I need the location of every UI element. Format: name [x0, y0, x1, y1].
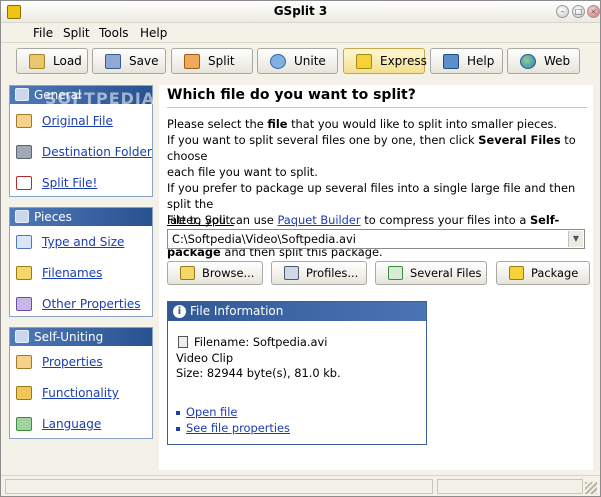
- file-information-header: i File Information: [168, 302, 426, 321]
- load-icon: [29, 54, 45, 69]
- sidebar-item-destination-folder[interactable]: Destination Folder: [10, 142, 152, 162]
- profiles-icon: [284, 266, 299, 280]
- sidebar-item-language[interactable]: Language: [10, 414, 152, 434]
- other-properties-icon: [16, 297, 32, 311]
- open-file-link-label: Open file: [186, 405, 238, 419]
- help-book-icon: [443, 54, 459, 69]
- instr-text: to compress your files into a: [360, 213, 530, 227]
- split-icon: [184, 54, 200, 69]
- menu-split[interactable]: Split: [63, 26, 90, 40]
- sidebar-item-other-properties[interactable]: Other Properties: [10, 294, 152, 314]
- type-size-icon: [16, 235, 32, 249]
- section-header[interactable]: Self-Uniting: [10, 328, 152, 346]
- functionality-icon: [16, 386, 32, 400]
- unite-button[interactable]: Unite: [257, 48, 338, 74]
- self-uniting-section-icon: [15, 330, 29, 343]
- sidebar-item-split-file[interactable]: Split File!: [10, 173, 152, 193]
- original-file-icon: [16, 114, 32, 128]
- minimize-icon[interactable]: –: [556, 5, 569, 18]
- help-button[interactable]: Help: [430, 48, 503, 74]
- load-button[interactable]: Load: [16, 48, 88, 74]
- file-to-split-label: File to Split:: [167, 213, 234, 227]
- file-to-split-combobox[interactable]: C:\Softpedia\Video\Softpedia.avi ▼: [167, 229, 585, 249]
- sidebar-item-functionality[interactable]: Functionality: [10, 383, 152, 403]
- softpedia-watermark: SOFTPEDIA: [45, 89, 156, 108]
- instr-text: that you would like to split into smalle…: [287, 117, 558, 131]
- status-cell-main: [5, 479, 433, 494]
- save-button[interactable]: Save: [92, 48, 166, 74]
- status-cell-secondary: [437, 479, 583, 494]
- split-button[interactable]: Split: [171, 48, 253, 74]
- page-title: Which file do you want to split?: [167, 87, 416, 103]
- profiles-button[interactable]: Profiles...: [271, 261, 367, 285]
- paquet-builder-link[interactable]: Paquet Builder: [277, 213, 360, 227]
- language-icon: [16, 417, 32, 431]
- unite-icon: [270, 54, 286, 69]
- chevron-down-icon[interactable]: ▼: [568, 231, 583, 247]
- pieces-section-icon: [15, 210, 29, 223]
- see-file-properties-link[interactable]: See file properties: [176, 421, 290, 435]
- browse-folder-icon: [180, 266, 195, 280]
- instr-text: each file you want to split.: [167, 165, 318, 179]
- several-files-button[interactable]: Several Files: [375, 261, 487, 285]
- general-section-icon: [15, 88, 29, 101]
- sidebar-section-pieces: Pieces Type and Size Filenames Other Pro…: [9, 207, 153, 317]
- menu-help[interactable]: Help: [140, 26, 167, 40]
- sidebar-item-original-file[interactable]: Original File: [10, 111, 152, 131]
- maximize-icon[interactable]: □: [572, 5, 585, 18]
- filenames-icon: [16, 266, 32, 280]
- file-information-title: File Information: [190, 304, 284, 318]
- file-information-panel: i File Information Filename: Softpedia.a…: [167, 301, 427, 445]
- sidebar-section-self-uniting: Self-Uniting Properties Functionality La…: [9, 327, 153, 439]
- menu-tools[interactable]: Tools: [99, 26, 129, 40]
- sidebar-item-properties[interactable]: Properties: [10, 352, 152, 372]
- bullet-icon: [176, 410, 180, 415]
- globe-icon: [520, 54, 536, 69]
- app-window: GSplit 3 – □ × File Split Tools Help Loa…: [0, 0, 601, 497]
- info-icon: i: [173, 305, 186, 318]
- instr-text: If you prefer to package up several file…: [167, 181, 576, 211]
- properties-icon: [16, 355, 32, 369]
- info-size: Size: 82944 byte(s), 81.0 kb.: [176, 366, 341, 380]
- instr-text: If you want to split several files one b…: [167, 133, 479, 147]
- instr-bold: file: [267, 117, 288, 131]
- section-title: Self-Uniting: [34, 330, 104, 344]
- destination-folder-icon: [16, 145, 32, 159]
- sidebar-item-type-and-size[interactable]: Type and Size: [10, 232, 152, 252]
- section-header[interactable]: Pieces: [10, 208, 152, 226]
- browse-button[interactable]: Browse...: [167, 261, 263, 285]
- several-files-icon: [388, 266, 403, 280]
- close-icon[interactable]: ×: [587, 5, 600, 18]
- package-icon: [509, 266, 524, 280]
- title-bar[interactable]: GSplit 3 – □ ×: [1, 1, 600, 23]
- resize-grip-icon[interactable]: [585, 482, 597, 494]
- instr-bold: Several Files: [478, 133, 561, 147]
- sidebar-item-filenames[interactable]: Filenames: [10, 263, 152, 283]
- toolbar: Load Save Split Unite Express Help Web: [1, 44, 600, 80]
- window-title: GSplit 3: [273, 4, 328, 18]
- see-file-properties-link-label: See file properties: [186, 421, 290, 435]
- express-button[interactable]: Express: [343, 48, 427, 74]
- status-bar: [1, 475, 600, 496]
- package-button[interactable]: Package: [496, 261, 590, 285]
- scissors-icon: [16, 176, 32, 190]
- express-icon: [356, 54, 372, 69]
- open-file-link[interactable]: Open file: [176, 405, 237, 419]
- video-file-icon: [178, 336, 188, 348]
- web-button[interactable]: Web: [507, 48, 580, 74]
- info-filename: Filename: Softpedia.avi: [194, 335, 328, 349]
- menu-file[interactable]: File: [33, 26, 53, 40]
- bullet-icon: [176, 426, 180, 431]
- divider: [167, 107, 587, 108]
- menu-bar: File Split Tools Help: [1, 23, 600, 43]
- main-panel: Which file do you want to split? Please …: [159, 85, 593, 470]
- section-title: Pieces: [34, 210, 72, 224]
- instr-text: Please select the: [167, 117, 268, 131]
- info-type: Video Clip: [176, 351, 234, 365]
- file-path-value: C:\Softpedia\Video\Softpedia.avi: [172, 232, 356, 246]
- save-icon: [105, 54, 121, 69]
